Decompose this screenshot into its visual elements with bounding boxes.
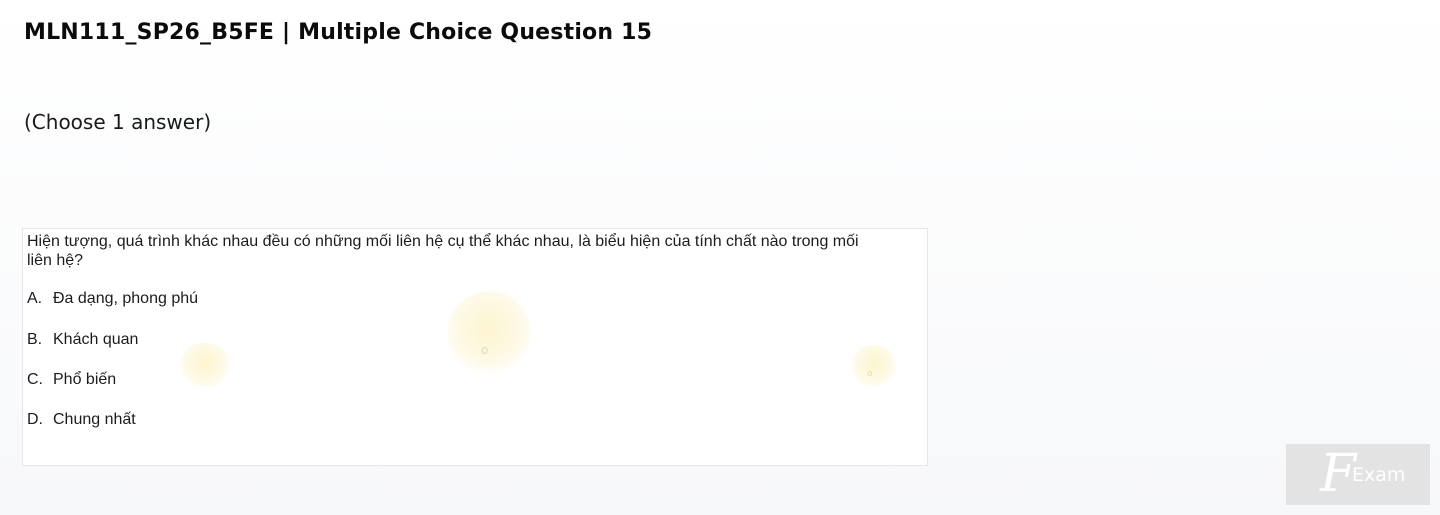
option-b[interactable]: B. Khách quan <box>27 331 138 349</box>
decorative-smiley-large: o <box>447 291 531 375</box>
exam-watermark-logo: F Exam <box>1286 444 1430 505</box>
question-text: Hiện tượng, quá trình khác nhau đều có n… <box>27 233 859 269</box>
logo-text: Exam <box>1352 464 1406 486</box>
option-label: Phổ biến <box>53 371 117 388</box>
option-label: Đa dạng, phong phú <box>53 290 199 307</box>
option-d[interactable]: D. Chung nhất <box>27 411 136 429</box>
option-label: Khách quan <box>53 331 139 348</box>
option-letter: C. <box>27 371 43 388</box>
question-card: o o Hiện tượng, quá trình khác nhau đều … <box>22 228 928 466</box>
option-letter: B. <box>27 331 43 348</box>
option-c[interactable]: C. Phổ biến <box>27 371 116 389</box>
smiley-face-icon: o <box>481 343 489 357</box>
option-letter: A. <box>27 290 43 307</box>
smiley-face-icon: o <box>867 369 873 379</box>
option-a[interactable]: A. Đa dạng, phong phú <box>27 290 198 308</box>
logo-glyph: F <box>1320 444 1357 504</box>
answer-instruction: (Choose 1 answer) <box>24 110 212 134</box>
decorative-smiley-small-left <box>179 343 231 387</box>
page-title: MLN111_SP26_B5FE | Multiple Choice Quest… <box>24 20 653 45</box>
option-label: Chung nhất <box>53 411 136 428</box>
option-letter: D. <box>27 411 43 428</box>
decorative-smiley-small-right: o <box>851 345 897 387</box>
